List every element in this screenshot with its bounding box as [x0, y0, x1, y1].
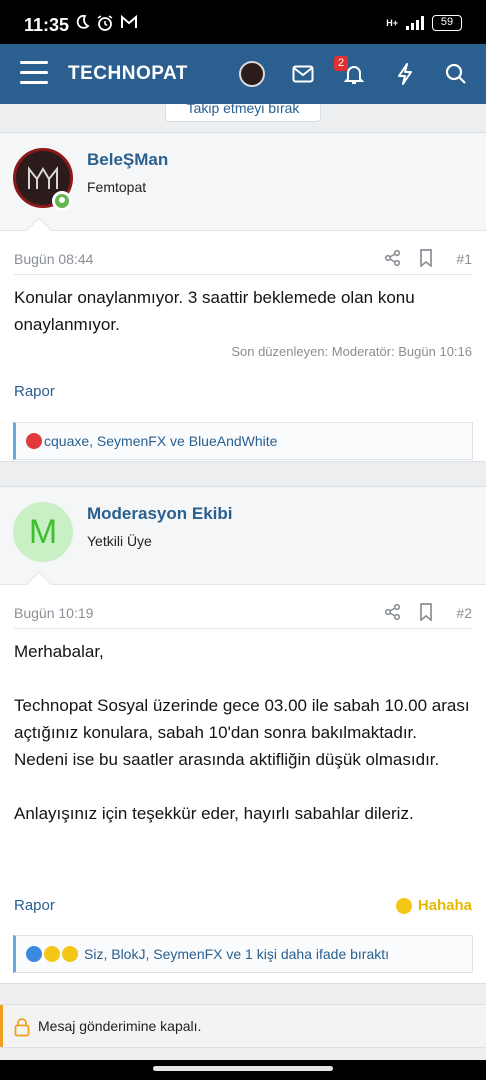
network-indicator: H+: [386, 18, 398, 28]
alarm-icon: [97, 15, 113, 31]
post-username[interactable]: Moderasyon Ekibi: [87, 504, 232, 524]
unfollow-button[interactable]: Takip etmeyi bırak: [165, 104, 321, 122]
avatar[interactable]: M: [13, 502, 73, 562]
notice-accent-bar: [0, 1005, 3, 1047]
post-username[interactable]: BeleŞMan: [87, 150, 168, 170]
user-title: Femtopat: [87, 179, 147, 195]
avatar: [239, 61, 265, 87]
menu-icon[interactable]: [20, 61, 48, 87]
post-body: Konular onaylanmıyor. 3 saattir beklemed…: [14, 288, 415, 334]
user-avatar-button[interactable]: [238, 60, 266, 88]
post-paragraph: Anlayışınız için teşekkür eder, hayırlı …: [14, 804, 414, 823]
post-user-header: BeleŞMan Femtopat: [0, 133, 486, 243]
post: BeleŞMan Femtopat Bugün 08:44 #1 Konular…: [0, 132, 486, 462]
post-date[interactable]: Bugün 08:44: [14, 251, 93, 267]
reactions-bar[interactable]: Siz, BlokJ, SeymenFX ve 1 kişi daha ifad…: [13, 935, 473, 973]
edit-notice: Son düzenleyen: Moderatör: Bugün 10:16: [231, 344, 472, 359]
bookmark-icon[interactable]: [418, 249, 434, 267]
site-logo[interactable]: TECHNOPAT: [68, 63, 188, 85]
system-nav-bar: [0, 1060, 486, 1080]
post-number[interactable]: #1: [456, 251, 472, 267]
inbox-icon[interactable]: [289, 60, 317, 88]
post-paragraph: Technopat Sosyal üzerinde gece 03.00 ile…: [14, 696, 470, 742]
reactions-bar[interactable]: cquaxe, SeymenFX ve BlueAndWhite: [13, 422, 473, 460]
post-number[interactable]: #2: [456, 605, 472, 621]
gmail-icon: [121, 14, 137, 28]
bookmark-icon[interactable]: [418, 603, 434, 621]
laughing-emoji-icon: [395, 897, 412, 914]
share-icon[interactable]: [384, 603, 402, 621]
search-icon[interactable]: [442, 60, 470, 88]
post-meta: Bugün 10:19 #2: [14, 591, 472, 629]
hahaha-reaction-button[interactable]: Hahaha: [395, 897, 472, 914]
report-link[interactable]: Rapor: [14, 897, 55, 914]
app-header: TECHNOPAT 2: [0, 44, 486, 104]
closed-notice-text: Mesaj gönderimine kapalı.: [38, 1018, 202, 1034]
status-bar: 11:35 H+ 59: [0, 0, 486, 44]
thinking-emoji-icon: [44, 946, 60, 962]
post-paragraph: Merhabalar,: [14, 642, 104, 661]
dislike-reaction-icon: [26, 433, 42, 449]
reaction-users[interactable]: Siz, BlokJ, SeymenFX ve 1 kişi daha ifad…: [84, 946, 389, 962]
post-paragraph: Nedeni ise bu saatler arasında aktifliği…: [14, 750, 440, 769]
thread-closed-notice: Mesaj gönderimine kapalı.: [0, 1004, 486, 1048]
share-icon[interactable]: [384, 249, 402, 267]
signal-icon: [406, 16, 424, 30]
post-body: Merhabalar, Technopat Sosyal üzerinde ge…: [14, 638, 472, 827]
post-user-header: M Moderasyon Ekibi Yetkili Üye: [0, 487, 486, 597]
notification-badge: 2: [334, 56, 349, 71]
lock-icon: [14, 1018, 30, 1037]
post: M Moderasyon Ekibi Yetkili Üye Bugün 10:…: [0, 486, 486, 984]
laughing-emoji-icon: [62, 946, 78, 962]
home-gesture-bar[interactable]: [153, 1066, 333, 1071]
post-date[interactable]: Bugün 10:19: [14, 605, 93, 621]
thread-content: Takip etmeyi bırak BeleŞMan Femtopat Bug…: [0, 104, 486, 1060]
post-meta: Bugün 08:44 #1: [14, 237, 472, 275]
status-time: 11:35: [24, 15, 70, 35]
like-reaction-icon: [26, 946, 42, 962]
report-link[interactable]: Rapor: [14, 383, 55, 400]
reaction-users[interactable]: cquaxe, SeymenFX ve BlueAndWhite: [44, 433, 277, 449]
online-status-icon: [52, 191, 72, 211]
battery-icon: 59: [432, 15, 462, 31]
moon-icon: [76, 14, 90, 29]
avatar-letter: M: [28, 512, 58, 551]
lightning-icon[interactable]: [391, 60, 419, 88]
reaction-label: Hahaha: [417, 897, 472, 914]
bell-icon[interactable]: 2: [334, 56, 368, 88]
user-title: Yetkili Üye: [87, 533, 152, 549]
